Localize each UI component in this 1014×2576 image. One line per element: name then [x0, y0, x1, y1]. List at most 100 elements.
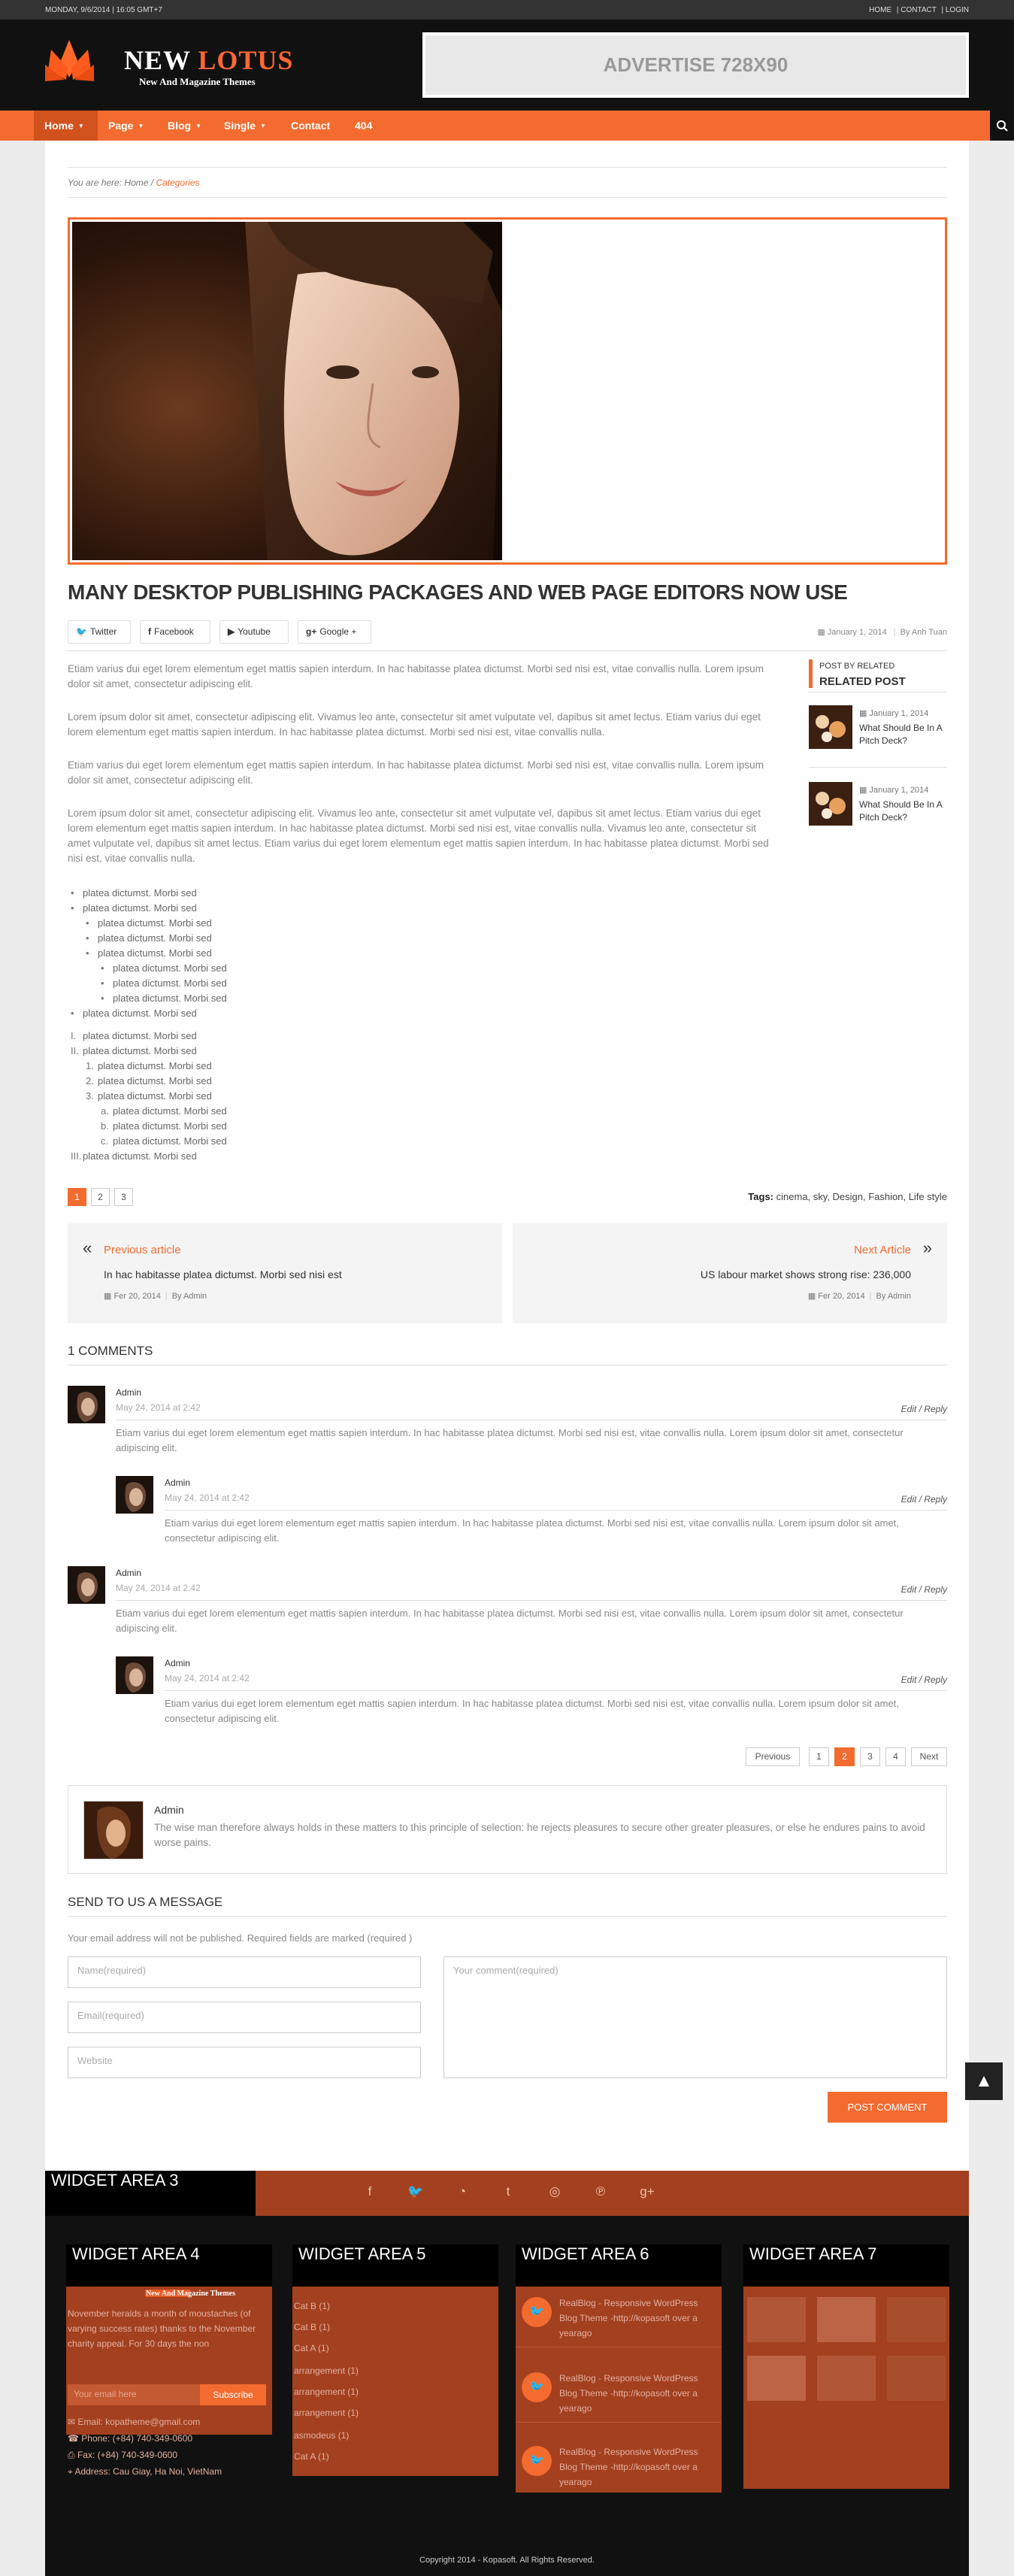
category-link[interactable]: asmodeus (1)	[294, 2428, 349, 2443]
top-link-contact[interactable]: CONTACT	[900, 6, 936, 14]
avatar[interactable]	[68, 1566, 105, 1604]
comments-page-4[interactable]: 4	[885, 1747, 906, 1766]
category-link[interactable]: arrangement (1)	[294, 2363, 359, 2378]
next-article-box[interactable]: Next Article » US labour market shows st…	[513, 1223, 947, 1323]
nav-item-home[interactable]: Home ▼	[34, 111, 98, 141]
post-date: January 1, 2014	[827, 628, 887, 637]
category-link[interactable]: arrangement (1)	[294, 2405, 359, 2420]
related-title[interactable]: What Should Be In A Pitch Deck?	[859, 722, 949, 747]
comment-actions[interactable]: Edit / Reply	[901, 1674, 947, 1685]
contact-phone-text: Phone: (+84) 740-349-0600	[81, 2433, 193, 2444]
post-page-1[interactable]: 1	[68, 1188, 86, 1206]
calendar-icon: ▦	[859, 786, 870, 795]
subscribe-button[interactable]: Subscribe	[200, 2384, 266, 2405]
featured-photo[interactable]	[72, 222, 502, 560]
list-item-text: platea dictumst. Morbi sed	[98, 932, 212, 944]
rss-icon[interactable]: ◔	[454, 2184, 471, 2199]
advertise-banner[interactable]: ADVERTISE 728X90	[422, 32, 969, 98]
post-page-2[interactable]: 2	[91, 1188, 110, 1206]
googleplus-icon[interactable]: g+	[639, 2184, 655, 2199]
previous-article-box[interactable]: « Previous article In hac habitasse plat…	[68, 1223, 502, 1323]
related-thumbnail[interactable]	[809, 705, 852, 749]
comment-author[interactable]: Admin	[116, 1387, 141, 1398]
search-button[interactable]	[990, 111, 1014, 141]
comment-text: Etiam varius dui eget lorem elementum eg…	[116, 1427, 904, 1453]
facebook-icon[interactable]: f	[362, 2184, 378, 2199]
post-page-3[interactable]: 3	[114, 1188, 133, 1206]
comment-author[interactable]: Admin	[165, 1658, 190, 1668]
gallery-thumbnail[interactable]	[747, 2297, 806, 2342]
list-item: • platea dictumst. Morbi sed	[101, 993, 227, 1004]
post-comment-button[interactable]: POST COMMENT	[828, 2092, 947, 2123]
gallery-thumbnail[interactable]	[887, 2297, 946, 2342]
nav-item-single[interactable]: Single ▼	[224, 111, 266, 141]
pinterest-icon[interactable]: ℗	[592, 2184, 609, 2199]
tweet-text[interactable]: RealBlog - Responsive WordPress Blog The…	[559, 2444, 710, 2490]
comment-actions[interactable]: Edit / Reply	[901, 1494, 947, 1505]
list-bullet: •	[86, 932, 89, 944]
author-name[interactable]: Admin	[154, 1804, 184, 1816]
category-link[interactable]: Cat B (1)	[294, 2299, 330, 2314]
top-link-login[interactable]: LOGIN	[946, 6, 969, 14]
author-avatar[interactable]	[83, 1801, 144, 1859]
gallery-thumbnail[interactable]	[747, 2356, 806, 2401]
avatar[interactable]	[116, 1476, 153, 1514]
lotus-logo-icon[interactable]	[45, 36, 94, 89]
nav-item-page[interactable]: Page ▼	[108, 111, 144, 141]
avatar[interactable]	[116, 1656, 153, 1694]
comment-textarea[interactable]: Your comment(required)	[443, 1956, 947, 2078]
tumblr-icon[interactable]: t	[500, 2184, 516, 2199]
tweet-text[interactable]: RealBlog - Responsive WordPress Blog The…	[559, 2296, 710, 2341]
comments-page-2[interactable]: 2	[834, 1747, 855, 1766]
name-field[interactable]: Name(required)	[68, 1956, 421, 1988]
prev-meta: ▦ Fer 20, 2014 | By Admin	[104, 1291, 207, 1301]
comments-page-1[interactable]: 1	[809, 1747, 829, 1766]
tweet-text[interactable]: RealBlog - Responsive WordPress Blog The…	[559, 2371, 710, 2416]
gallery-thumbnail[interactable]	[887, 2356, 946, 2401]
email-field[interactable]: Email(required)	[68, 2002, 421, 2033]
comments-page-3[interactable]: 3	[860, 1747, 880, 1766]
list-marker: III.	[71, 1150, 82, 1162]
widget-title: WIDGET AREA 7	[743, 2244, 949, 2287]
googleplus-icon: g+	[306, 626, 317, 637]
post-author[interactable]: By Anh Tuan	[900, 628, 947, 637]
share-youtube-button[interactable]: ▶ Youtube	[219, 620, 289, 644]
share-facebook-button[interactable]: f Facebook	[140, 620, 210, 644]
share-twitter-button[interactable]: 🐦 Twitter	[68, 620, 131, 644]
back-to-top-button[interactable]: ▲	[965, 2062, 1003, 2100]
twitter-icon[interactable]: 🐦	[407, 2184, 424, 2199]
gallery-thumbnail[interactable]	[817, 2297, 876, 2342]
top-link-home[interactable]: HOME	[869, 6, 891, 14]
share-googleplus-button[interactable]: g+ Google +	[298, 620, 371, 644]
related-title[interactable]: What Should Be In A Pitch Deck?	[859, 799, 949, 824]
category-link[interactable]: Cat A (1)	[294, 2341, 329, 2356]
prev-title[interactable]: In hac habitasse platea dictumst. Morbi …	[104, 1268, 342, 1280]
website-field[interactable]: Website	[68, 2047, 421, 2078]
category-link[interactable]: Cat B (1)	[294, 2320, 330, 2335]
comments-next-button[interactable]: Next	[911, 1747, 947, 1766]
nav-item-contact[interactable]: Contact	[291, 111, 330, 141]
category-link[interactable]: Cat A (1)	[294, 2449, 329, 2464]
next-title[interactable]: US labour market shows strong rise: 236,…	[701, 1268, 911, 1280]
subscribe-email-input[interactable]: Your email here	[68, 2384, 200, 2405]
comments-prev-button[interactable]: Previous	[746, 1747, 800, 1766]
nav-item-404[interactable]: 404	[355, 111, 372, 141]
breadcrumb-current[interactable]: Categories	[156, 177, 199, 188]
gallery-thumbnail[interactable]	[817, 2356, 876, 2401]
nav-item-blog[interactable]: Blog ▼	[168, 111, 201, 141]
site-logo-title[interactable]: NEW LOTUS	[124, 44, 293, 76]
breadcrumb-home[interactable]: Home	[124, 177, 148, 188]
comment-author[interactable]: Admin	[116, 1568, 141, 1578]
category-link[interactable]: arrangement (1)	[294, 2384, 359, 2399]
comment-author[interactable]: Admin	[165, 1477, 190, 1488]
tags-list[interactable]: cinema, sky, Design, Fashion, Life style	[776, 1191, 947, 1202]
breadcrumb: You are here: Home / Categories	[68, 177, 199, 188]
comment-actions[interactable]: Edit / Reply	[901, 1404, 947, 1414]
divider	[516, 2422, 722, 2423]
dribbble-icon[interactable]: ◎	[546, 2184, 563, 2199]
related-thumbnail[interactable]	[809, 782, 852, 826]
list-item-text: platea dictumst. Morbi sed	[98, 917, 212, 929]
comment-actions[interactable]: Edit / Reply	[901, 1584, 947, 1595]
avatar[interactable]	[68, 1386, 105, 1423]
post-meta: ▦ January 1, 2014 | By Anh Tuan	[817, 627, 947, 637]
